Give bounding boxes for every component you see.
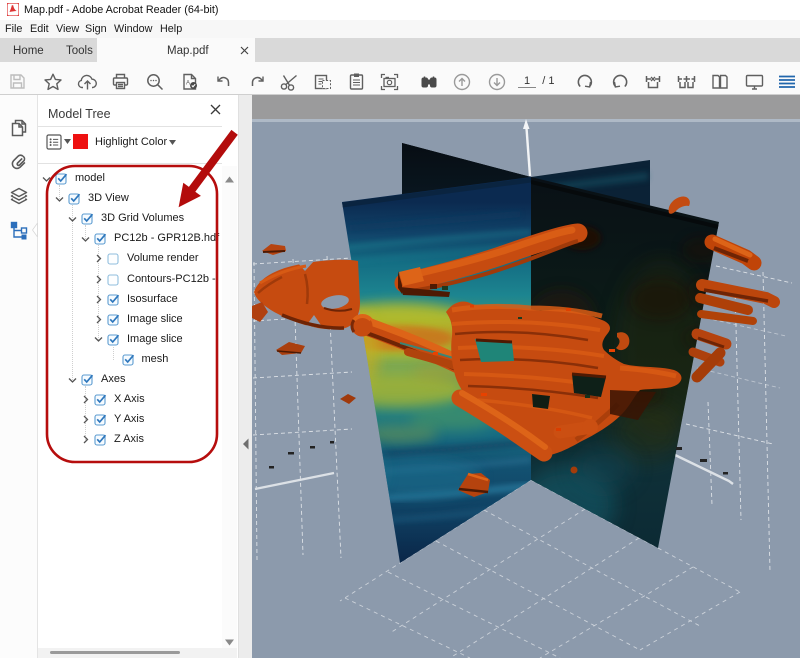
svg-text:A: A	[186, 81, 190, 87]
